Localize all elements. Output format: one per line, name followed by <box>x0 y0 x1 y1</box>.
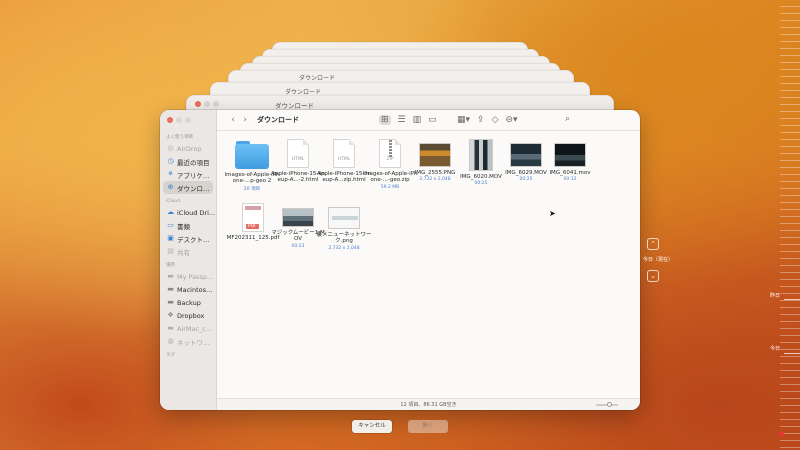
mouse-cursor-icon: ➤ <box>549 209 556 218</box>
timeline-major-tick <box>784 353 800 354</box>
more-options-icon[interactable]: ⊖▾ <box>506 115 518 125</box>
video-thumbnail <box>554 143 586 167</box>
slider-knob[interactable] <box>607 402 612 407</box>
sidebar-section-icloud: iCloud <box>166 199 181 204</box>
gallery-view-icon[interactable]: ▭ <box>428 115 437 125</box>
open-button[interactable]: 開く <box>408 420 448 433</box>
window-controls <box>167 117 191 123</box>
airdrop-icon: ◎ <box>167 144 174 152</box>
icon-view-icon[interactable]: ⊞ <box>379 115 391 125</box>
zoom-button[interactable] <box>185 117 191 123</box>
file-item[interactable]: IMG_6041.mov 00:12 <box>542 143 598 182</box>
drive-icon: ▬ <box>167 324 174 332</box>
column-view-icon[interactable]: ▥ <box>413 115 422 125</box>
sidebar-section-locations: 場所 <box>166 263 175 268</box>
sidebar-item-desktop[interactable]: ▣ デスクト… <box>160 232 216 245</box>
sidebar-item-macintosh[interactable]: ▬ Macintos… <box>160 283 216 296</box>
video-thumbnail <box>510 143 542 167</box>
sidebar-item-documents[interactable]: ▭ 書類 <box>160 219 216 232</box>
timeline-mark: 昨日 <box>770 293 781 299</box>
timeline-ticks[interactable] <box>780 0 800 450</box>
group-by-icon[interactable]: ▦▾ <box>457 115 470 125</box>
view-switcher: ⊞ ☰ ▥ ▭ <box>379 115 437 125</box>
sidebar: よく使う項目 ◎ AirDrop ◷ 最近の項目 ⚘ アプリケ… ⊕ ダウンロ… iCl… <box>160 110 217 410</box>
share-icon[interactable]: ⇪ <box>477 115 485 125</box>
sidebar-item-backup[interactable]: ▬ Backup <box>160 296 216 309</box>
finder-window: よく使う項目 ◎ AirDrop ◷ 最近の項目 ⚘ アプリケ… ⊕ ダウンロ… iCl… <box>160 110 640 410</box>
record-indicator <box>780 432 784 436</box>
status-bar: 12 項目、86.31 GB空き <box>217 398 640 410</box>
sidebar-item-icloud-drive[interactable]: ☁ iCloud Dri… <box>160 206 216 219</box>
cancel-button[interactable]: キャンセル <box>352 420 392 433</box>
stacked-window-title: ダウンロード <box>299 75 336 82</box>
document-icon: ▭ <box>167 221 174 229</box>
status-text: 12 項目、86.31 GB空き <box>400 402 457 408</box>
timeline-mark: 今日 <box>770 346 781 352</box>
tag-icon[interactable]: ◇ <box>492 115 499 125</box>
drive-icon: ▬ <box>167 285 174 293</box>
toolbar: ‹ › ダウンロード ⊞ ☰ ▥ ▭ ▦▾ ⇪ ◇ ⊖▾ ⌕ <box>217 110 640 131</box>
toolbar-actions: ▦▾ ⇪ ◇ ⊖▾ <box>457 115 518 125</box>
sidebar-item-network[interactable]: ◍ ネットワ… <box>160 335 216 348</box>
window-title: ダウンロード <box>257 116 299 124</box>
sidebar-item-applications[interactable]: ⚘ アプリケ… <box>160 168 216 181</box>
icon-size-slider[interactable] <box>596 402 618 407</box>
sidebar-section-tags: タグ <box>166 353 175 358</box>
html-file-icon: HTML <box>287 139 309 168</box>
sidebar-item-airmac[interactable]: ▬ AirMac_c… <box>160 322 216 335</box>
timeline-up-arrow[interactable]: ⌃ <box>647 238 659 250</box>
shared-icon: ▤ <box>167 247 174 255</box>
sidebar-item-downloads[interactable]: ⊕ ダウンロ… <box>163 181 213 194</box>
clock-icon: ◷ <box>167 157 174 165</box>
network-icon: ◍ <box>167 337 174 345</box>
file-grid: Images-of-Apple-iPhone-...p-geo 2 20 項目 … <box>217 131 640 398</box>
minimize-button[interactable] <box>176 117 182 123</box>
sidebar-item-airdrop[interactable]: ◎ AirDrop <box>160 142 216 155</box>
cloud-icon: ☁ <box>167 208 174 216</box>
desktop-icon: ▣ <box>167 234 174 242</box>
sidebar-item-my-passport[interactable]: ▬ My Passp… <box>160 270 216 283</box>
timeline-major-tick <box>784 299 800 300</box>
html-file-icon: HTML <box>333 139 355 168</box>
back-button[interactable]: ‹ <box>227 115 239 125</box>
timeline-down-arrow[interactable]: ⌄ <box>647 270 659 282</box>
timeline-today-label: 今日（現在） <box>643 257 674 263</box>
zip-file-icon: ZIP <box>379 139 401 168</box>
list-view-icon[interactable]: ☰ <box>398 115 406 125</box>
folder-icon <box>235 141 269 169</box>
drive-icon: ▬ <box>167 272 174 280</box>
sidebar-item-dropbox[interactable]: ❖ Dropbox <box>160 309 216 322</box>
dropbox-icon: ❖ <box>167 311 174 319</box>
stacked-window-title: ダウンロード <box>275 102 314 110</box>
pdf-file-icon: PDF <box>242 203 264 232</box>
drive-icon: ▬ <box>167 298 174 306</box>
download-icon: ⊕ <box>167 183 174 191</box>
apps-icon: ⚘ <box>167 170 174 178</box>
sidebar-section-favorites: よく使う項目 <box>166 135 193 140</box>
sidebar-item-shared[interactable]: ▤ 共有 <box>160 245 216 258</box>
video-thumbnail <box>282 208 314 227</box>
image-thumbnail <box>328 207 360 229</box>
file-item[interactable]: 裏メニューネットワーク.png 2,732 x 2,048 <box>316 207 372 251</box>
close-button[interactable] <box>167 117 173 123</box>
forward-button[interactable]: › <box>239 115 251 125</box>
sidebar-item-recents[interactable]: ◷ 最近の項目 <box>160 155 216 168</box>
image-thumbnail <box>419 143 451 167</box>
video-thumbnail <box>469 139 493 171</box>
search-icon[interactable]: ⌕ <box>565 114 570 124</box>
